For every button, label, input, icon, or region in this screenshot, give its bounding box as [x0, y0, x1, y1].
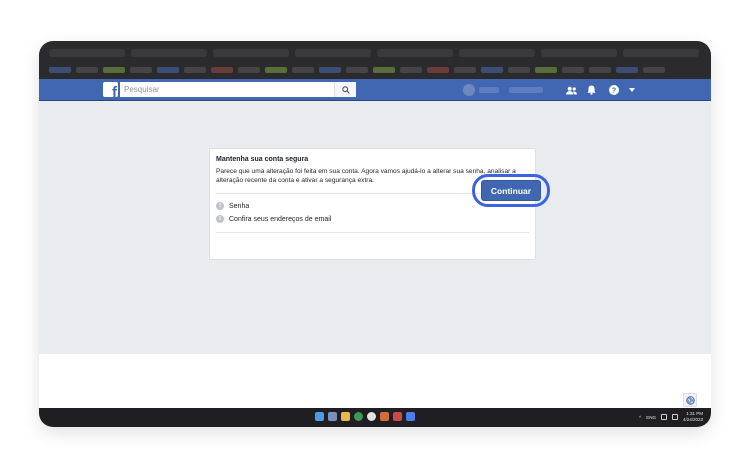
step-item: 2 Confira seus endereços de email — [216, 215, 331, 223]
search-icon — [341, 85, 350, 94]
browser-tab-strip — [49, 49, 699, 59]
bookmark-item[interactable] — [238, 67, 260, 73]
facebook-logo-letter: f — [112, 84, 117, 97]
main-content: Mantenha sua conta segura Parece que uma… — [39, 101, 711, 354]
step-number: 1 — [216, 202, 224, 210]
bookmark-item[interactable] — [589, 67, 611, 73]
bookmark-item[interactable] — [49, 67, 71, 73]
language-indicator[interactable]: ENG — [646, 415, 656, 420]
card-title: Mantenha sua conta segura — [216, 156, 309, 163]
screenshot-frame: f ? Mantenha sua conta segura Parece que… — [39, 41, 711, 427]
search-input[interactable] — [120, 82, 334, 97]
notifications-icon[interactable] — [584, 83, 598, 97]
chevron-up-icon[interactable]: ^ — [639, 415, 641, 420]
divider — [216, 232, 529, 233]
search-icon[interactable] — [328, 412, 337, 421]
home-link[interactable] — [509, 87, 543, 93]
bookmark-item[interactable] — [346, 67, 368, 73]
volume-icon[interactable] — [671, 414, 678, 420]
bookmark-item[interactable] — [373, 67, 395, 73]
bookmark-item[interactable] — [157, 67, 179, 73]
browser-tab[interactable] — [49, 49, 125, 57]
system-tray: ^ ENG 1:31 PM 4/24/2023 — [639, 411, 703, 423]
help-icon[interactable]: ? — [607, 83, 621, 97]
bookmark-item[interactable] — [508, 67, 530, 73]
facebook-top-bar: f ? — [39, 79, 711, 101]
bookmark-item[interactable] — [292, 67, 314, 73]
browser-chrome — [39, 41, 711, 79]
bookmark-item[interactable] — [103, 67, 125, 73]
windows-taskbar: ^ ENG 1:31 PM 4/24/2023 — [39, 408, 711, 427]
browser-tab[interactable] — [295, 49, 371, 57]
bookmark-item[interactable] — [562, 67, 584, 73]
profile-link[interactable] — [479, 87, 499, 93]
browser-tab[interactable] — [377, 49, 453, 57]
browser-icon[interactable] — [367, 412, 376, 421]
bookmark-item[interactable] — [319, 67, 341, 73]
app-icon[interactable] — [406, 412, 415, 421]
chevron-down-icon[interactable] — [625, 83, 639, 97]
step-label: Senha — [229, 202, 250, 210]
bookmark-item[interactable] — [616, 67, 638, 73]
app-icon[interactable] — [380, 412, 389, 421]
step-number: 2 — [216, 215, 224, 223]
windows-start-icon[interactable] — [315, 412, 324, 421]
bookmark-item[interactable] — [643, 67, 665, 73]
file-explorer-icon[interactable] — [341, 412, 350, 421]
bookmark-item[interactable] — [481, 67, 503, 73]
bookmarks-bar — [49, 67, 665, 73]
browser-tab[interactable] — [131, 49, 207, 57]
search-button[interactable] — [334, 82, 356, 97]
bookmark-item[interactable] — [535, 67, 557, 73]
clock-date: 4/24/2023 — [682, 417, 703, 422]
bookmark-item[interactable] — [76, 67, 98, 73]
facebook-logo[interactable]: f — [103, 82, 118, 97]
clock[interactable]: 1:31 PM 4/24/2023 — [683, 411, 703, 423]
browser-tab[interactable] — [459, 49, 535, 57]
page-footer — [39, 354, 711, 408]
bookmark-item[interactable] — [427, 67, 449, 73]
bookmark-item[interactable] — [211, 67, 233, 73]
bookmark-item[interactable] — [400, 67, 422, 73]
search-box — [120, 82, 356, 97]
taskbar-icons — [315, 412, 415, 421]
avatar[interactable] — [463, 84, 475, 96]
svg-text:?: ? — [612, 88, 616, 95]
chrome-icon[interactable] — [354, 412, 363, 421]
continue-button[interactable]: Continuar — [481, 180, 541, 201]
browser-tab[interactable] — [623, 49, 699, 57]
globe-icon[interactable] — [683, 393, 697, 407]
step-label: Confira seus endereços de email — [229, 215, 332, 223]
friends-icon[interactable] — [564, 83, 578, 97]
bookmark-item[interactable] — [454, 67, 476, 73]
bookmark-item[interactable] — [130, 67, 152, 73]
bookmark-item[interactable] — [265, 67, 287, 73]
network-icon[interactable] — [660, 414, 667, 420]
browser-tab[interactable] — [541, 49, 617, 57]
app-icon[interactable] — [393, 412, 402, 421]
bookmark-item[interactable] — [184, 67, 206, 73]
browser-tab[interactable] — [213, 49, 289, 57]
step-item: 1 Senha — [216, 202, 249, 210]
